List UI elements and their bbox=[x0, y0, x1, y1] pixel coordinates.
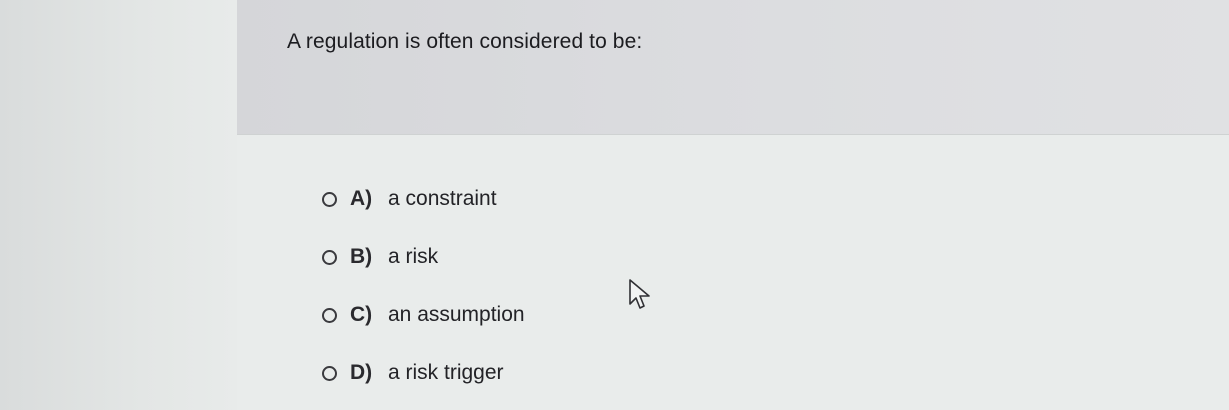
question-panel bbox=[237, 0, 1229, 135]
option-letter: D) bbox=[350, 361, 373, 384]
page-margin bbox=[0, 0, 237, 410]
option-label[interactable]: a constraint bbox=[388, 187, 497, 211]
option-c[interactable]: C) an assumption bbox=[322, 286, 742, 344]
option-letter: A) bbox=[350, 187, 373, 210]
radio-button[interactable] bbox=[322, 307, 337, 323]
radio-button[interactable] bbox=[322, 191, 337, 207]
answer-options: A) a constraint B) a risk C) an assumpti… bbox=[322, 170, 742, 402]
mouse-pointer-icon bbox=[629, 279, 650, 309]
option-label[interactable]: a risk trigger bbox=[388, 361, 504, 385]
option-a[interactable]: A) a constraint bbox=[322, 170, 742, 228]
option-letter: B) bbox=[350, 245, 373, 268]
option-letter: C) bbox=[350, 303, 373, 326]
question-text: A regulation is often considered to be: bbox=[287, 30, 643, 53]
radio-button[interactable] bbox=[322, 365, 337, 381]
option-label[interactable]: a risk bbox=[388, 245, 438, 269]
option-b[interactable]: B) a risk bbox=[322, 228, 742, 286]
option-label[interactable]: an assumption bbox=[388, 303, 525, 327]
radio-button[interactable] bbox=[322, 249, 337, 265]
option-d[interactable]: D) a risk trigger bbox=[322, 344, 742, 402]
